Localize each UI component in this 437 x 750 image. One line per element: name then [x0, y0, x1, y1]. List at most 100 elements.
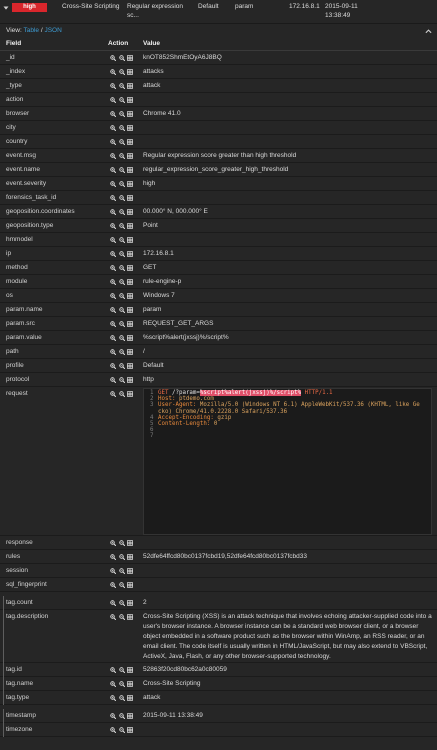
filter-for-value-icon[interactable]: [110, 600, 116, 606]
filter-for-value-icon[interactable]: [110, 335, 116, 341]
filter-for-value-icon[interactable]: [110, 667, 116, 673]
filter-for-value-icon[interactable]: [110, 237, 116, 243]
filter-out-value-icon[interactable]: [118, 139, 125, 145]
filter-for-value-icon[interactable]: [110, 55, 116, 61]
toggle-column-icon[interactable]: [127, 251, 133, 257]
filter-out-value-icon[interactable]: [118, 614, 125, 620]
filter-out-value-icon[interactable]: [118, 681, 125, 687]
filter-for-value-icon[interactable]: [110, 582, 116, 588]
toggle-column-icon[interactable]: [127, 568, 133, 574]
toggle-column-icon[interactable]: [127, 695, 133, 701]
filter-out-value-icon[interactable]: [118, 69, 125, 75]
filter-out-value-icon[interactable]: [118, 363, 125, 369]
toggle-column-icon[interactable]: [127, 391, 133, 397]
filter-out-value-icon[interactable]: [118, 540, 125, 546]
filter-out-value-icon[interactable]: [118, 223, 125, 229]
filter-out-value-icon[interactable]: [118, 167, 125, 173]
toggle-column-icon[interactable]: [127, 667, 133, 673]
filter-out-value-icon[interactable]: [118, 554, 125, 560]
caret-down-icon[interactable]: [3, 5, 9, 11]
filter-for-value-icon[interactable]: [110, 167, 116, 173]
filter-out-value-icon[interactable]: [118, 391, 125, 397]
filter-out-value-icon[interactable]: [118, 377, 125, 383]
toggle-column-icon[interactable]: [127, 377, 133, 383]
toggle-column-icon[interactable]: [127, 321, 133, 327]
toggle-column-icon[interactable]: [127, 139, 133, 145]
toggle-column-icon[interactable]: [127, 167, 133, 173]
toggle-column-icon[interactable]: [127, 111, 133, 117]
toggle-column-icon[interactable]: [127, 335, 133, 341]
filter-for-value-icon[interactable]: [110, 195, 116, 201]
filter-for-value-icon[interactable]: [110, 568, 116, 574]
filter-for-value-icon[interactable]: [110, 293, 116, 299]
chevron-up-icon[interactable]: [425, 28, 432, 34]
filter-out-value-icon[interactable]: [118, 265, 125, 271]
toggle-column-icon[interactable]: [127, 55, 133, 61]
filter-for-value-icon[interactable]: [110, 279, 116, 285]
filter-for-value-icon[interactable]: [110, 554, 116, 560]
toggle-column-icon[interactable]: [127, 181, 133, 187]
filter-out-value-icon[interactable]: [118, 293, 125, 299]
filter-out-value-icon[interactable]: [118, 97, 125, 103]
filter-out-value-icon[interactable]: [118, 582, 125, 588]
toggle-column-icon[interactable]: [127, 69, 133, 75]
toggle-column-icon[interactable]: [127, 209, 133, 215]
filter-for-value-icon[interactable]: [110, 125, 116, 131]
filter-for-value-icon[interactable]: [110, 321, 116, 327]
filter-for-value-icon[interactable]: [110, 209, 116, 215]
filter-out-value-icon[interactable]: [118, 307, 125, 313]
filter-out-value-icon[interactable]: [118, 349, 125, 355]
filter-for-value-icon[interactable]: [110, 97, 116, 103]
filter-out-value-icon[interactable]: [118, 568, 125, 574]
filter-for-value-icon[interactable]: [110, 349, 116, 355]
filter-for-value-icon[interactable]: [110, 363, 116, 369]
filter-for-value-icon[interactable]: [110, 153, 116, 159]
filter-for-value-icon[interactable]: [110, 540, 116, 546]
filter-out-value-icon[interactable]: [118, 600, 125, 606]
filter-out-value-icon[interactable]: [118, 237, 125, 243]
toggle-column-icon[interactable]: [127, 237, 133, 243]
filter-out-value-icon[interactable]: [118, 195, 125, 201]
filter-for-value-icon[interactable]: [110, 181, 116, 187]
view-json-link[interactable]: JSON: [44, 27, 61, 34]
filter-out-value-icon[interactable]: [118, 209, 125, 215]
toggle-column-icon[interactable]: [127, 582, 133, 588]
document-summary-row[interactable]: high Cross-Site Scripting Regular expres…: [0, 0, 437, 24]
toggle-column-icon[interactable]: [127, 279, 133, 285]
toggle-column-icon[interactable]: [127, 125, 133, 131]
filter-for-value-icon[interactable]: [110, 391, 116, 397]
toggle-column-icon[interactable]: [127, 223, 133, 229]
filter-out-value-icon[interactable]: [118, 251, 125, 257]
filter-out-value-icon[interactable]: [118, 335, 125, 341]
toggle-column-icon[interactable]: [127, 293, 133, 299]
toggle-column-icon[interactable]: [127, 554, 133, 560]
toggle-column-icon[interactable]: [127, 727, 133, 733]
filter-for-value-icon[interactable]: [110, 223, 116, 229]
filter-out-value-icon[interactable]: [118, 181, 125, 187]
filter-out-value-icon[interactable]: [118, 111, 125, 117]
toggle-column-icon[interactable]: [127, 363, 133, 369]
toggle-column-icon[interactable]: [127, 681, 133, 687]
filter-out-value-icon[interactable]: [118, 713, 125, 719]
filter-for-value-icon[interactable]: [110, 614, 116, 620]
filter-out-value-icon[interactable]: [118, 153, 125, 159]
toggle-column-icon[interactable]: [127, 265, 133, 271]
toggle-column-icon[interactable]: [127, 97, 133, 103]
filter-for-value-icon[interactable]: [110, 681, 116, 687]
filter-out-value-icon[interactable]: [118, 695, 125, 701]
toggle-column-icon[interactable]: [127, 540, 133, 546]
filter-out-value-icon[interactable]: [118, 727, 125, 733]
toggle-column-icon[interactable]: [127, 153, 133, 159]
filter-out-value-icon[interactable]: [118, 125, 125, 131]
filter-for-value-icon[interactable]: [110, 713, 116, 719]
filter-for-value-icon[interactable]: [110, 111, 116, 117]
filter-out-value-icon[interactable]: [118, 55, 125, 61]
filter-out-value-icon[interactable]: [118, 279, 125, 285]
toggle-column-icon[interactable]: [127, 83, 133, 89]
filter-for-value-icon[interactable]: [110, 307, 116, 313]
filter-out-value-icon[interactable]: [118, 321, 125, 327]
toggle-column-icon[interactable]: [127, 349, 133, 355]
filter-for-value-icon[interactable]: [110, 251, 116, 257]
filter-for-value-icon[interactable]: [110, 695, 116, 701]
view-table-link[interactable]: Table: [23, 27, 39, 34]
